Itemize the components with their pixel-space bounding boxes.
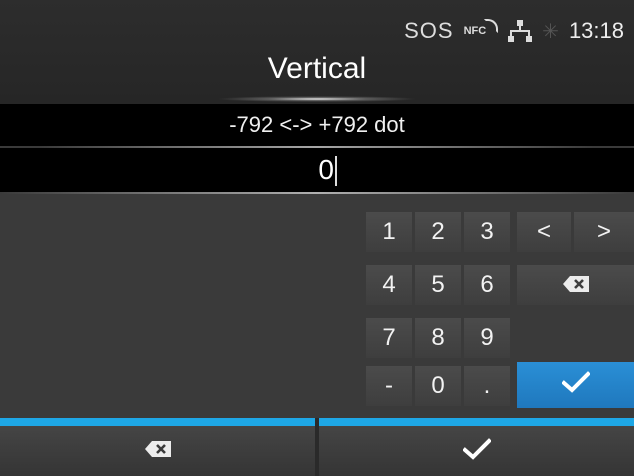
nfc-icon: NFC <box>464 19 499 37</box>
backspace-button[interactable] <box>517 265 634 305</box>
key-8[interactable]: 8 <box>415 318 461 358</box>
key-7[interactable]: 7 <box>366 318 412 358</box>
enter-button[interactable] <box>517 362 634 408</box>
divider <box>0 192 634 194</box>
text-caret <box>335 156 337 186</box>
clock: 13:18 <box>568 18 624 43</box>
key-9[interactable]: 9 <box>464 318 510 358</box>
accent-strip <box>319 418 634 426</box>
key-5[interactable]: 5 <box>415 265 461 305</box>
value-input-text: 0 <box>318 154 334 185</box>
key-2[interactable]: 2 <box>415 212 461 252</box>
check-icon <box>461 437 492 465</box>
page-title: Vertical <box>267 52 367 85</box>
backspace-icon <box>144 440 171 462</box>
bluetooth-icon: ✳ <box>542 20 559 43</box>
value-input[interactable]: 0 <box>0 148 634 192</box>
key-6[interactable]: 6 <box>464 265 510 305</box>
backspace-icon <box>562 271 589 299</box>
key-1[interactable]: 1 <box>366 212 412 252</box>
minus-key[interactable]: - <box>366 366 412 406</box>
cursor-right-button[interactable]: > <box>574 212 634 252</box>
range-label: -792 <-> +792 dot <box>0 104 634 146</box>
status-bar: SOS NFC ✳ 13:18 <box>404 16 624 46</box>
cancel-button[interactable] <box>0 426 315 476</box>
key-3[interactable]: 3 <box>464 212 510 252</box>
decimal-key[interactable]: . <box>464 366 510 406</box>
check-icon <box>560 370 591 400</box>
cursor-left-button[interactable]: < <box>517 212 571 252</box>
sos-indicator: SOS <box>404 18 454 43</box>
accent-strip <box>0 418 315 426</box>
title-underline <box>217 96 417 102</box>
lan-icon <box>508 20 533 42</box>
key-0[interactable]: 0 <box>415 366 461 406</box>
key-4[interactable]: 4 <box>366 265 412 305</box>
confirm-button[interactable] <box>319 426 634 476</box>
